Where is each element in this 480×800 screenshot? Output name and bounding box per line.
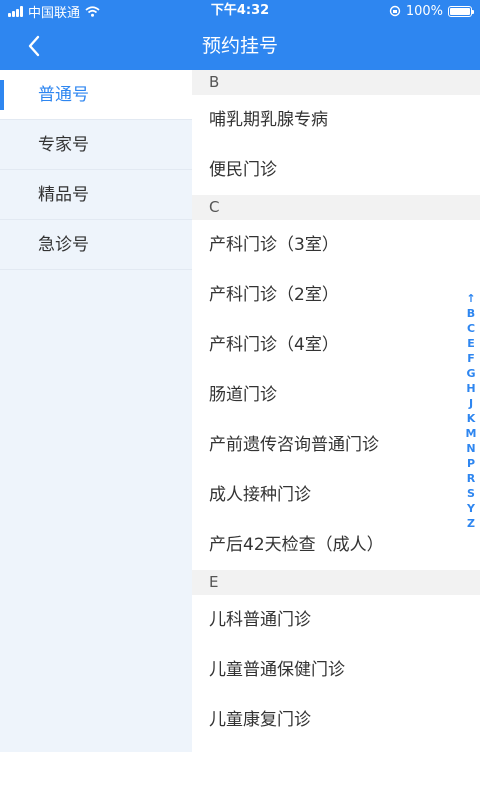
- rotation-lock-icon: [389, 5, 401, 17]
- sidebar-item-4[interactable]: 急诊号: [0, 220, 192, 270]
- category-sidebar: 普通号 专家号 精品号 急诊号: [0, 70, 192, 752]
- department-list-item[interactable]: 儿童普通保健门诊: [192, 645, 480, 695]
- section-header-c: C: [192, 195, 480, 220]
- department-list-item[interactable]: 产科门诊（2室）: [192, 270, 480, 320]
- index-scroll-top[interactable]: ↑: [466, 291, 475, 306]
- index-letter[interactable]: B: [467, 306, 475, 321]
- chevron-left-icon: [28, 35, 40, 57]
- sidebar-item-2[interactable]: 专家号: [0, 120, 192, 170]
- department-list-item[interactable]: 产科门诊（3室）: [192, 220, 480, 270]
- status-right: 100%: [389, 0, 474, 22]
- index-letter[interactable]: P: [467, 456, 475, 471]
- back-button[interactable]: [14, 26, 54, 66]
- index-letter[interactable]: R: [467, 471, 475, 486]
- index-letter[interactable]: M: [466, 426, 477, 441]
- department-list-item[interactable]: 产前遗传咨询普通门诊: [192, 420, 480, 470]
- index-letter[interactable]: H: [466, 381, 475, 396]
- index-letter[interactable]: N: [466, 441, 475, 456]
- section-header-e: E: [192, 570, 480, 595]
- alphabet-index-bar[interactable]: ↑ B C E F G H J K M N P R S Y Z: [462, 291, 480, 531]
- department-list-item[interactable]: 肠道门诊: [192, 370, 480, 420]
- section-header-b: B: [192, 70, 480, 95]
- battery-level-fill: [450, 7, 470, 15]
- department-list-item[interactable]: 产后42天检查（成人）: [192, 520, 480, 570]
- department-list-item[interactable]: 儿童康复门诊: [192, 695, 480, 745]
- index-letter[interactable]: S: [467, 486, 475, 501]
- index-letter[interactable]: K: [467, 411, 476, 426]
- department-list-item[interactable]: 产科门诊（4室）: [192, 320, 480, 370]
- bottom-blank-area: [0, 752, 480, 800]
- index-letter[interactable]: C: [467, 321, 475, 336]
- department-list-item[interactable]: 便民门诊: [192, 145, 480, 195]
- nav-bar: 预约挂号: [0, 22, 480, 70]
- index-letter[interactable]: Z: [467, 516, 475, 531]
- department-list-item[interactable]: 成人接种门诊: [192, 470, 480, 520]
- index-letter[interactable]: F: [467, 351, 475, 366]
- index-letter[interactable]: E: [467, 336, 475, 351]
- index-letter[interactable]: J: [469, 396, 473, 411]
- sidebar-item-3[interactable]: 精品号: [0, 170, 192, 220]
- index-letter[interactable]: Y: [467, 501, 475, 516]
- department-list-item[interactable]: 哺乳期乳腺专病: [192, 95, 480, 145]
- department-list[interactable]: B 哺乳期乳腺专病 便民门诊 C 产科门诊（3室） 产科门诊（2室） 产科门诊（4室） 肠道门…: [192, 70, 480, 752]
- sidebar-item-1[interactable]: 普通号: [0, 70, 192, 120]
- department-list-item[interactable]: 儿科普通门诊: [192, 595, 480, 645]
- index-letter[interactable]: G: [466, 366, 475, 381]
- battery-percent: 100%: [405, 3, 443, 19]
- battery-icon: [448, 5, 474, 17]
- status-bar: 中国联通 下午4:32 100%: [0, 0, 480, 22]
- page-title: 预约挂号: [201, 35, 278, 57]
